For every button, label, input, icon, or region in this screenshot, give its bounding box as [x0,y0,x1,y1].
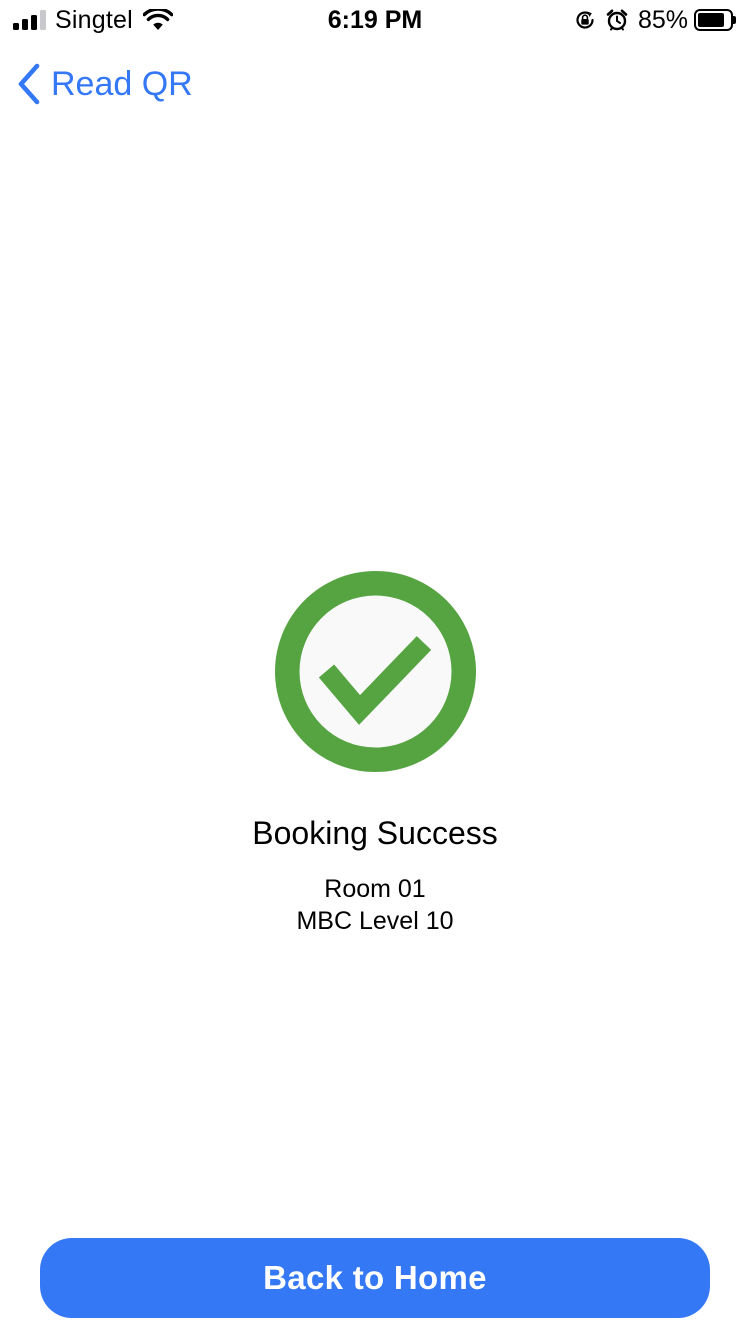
room-location: MBC Level 10 [296,907,454,935]
battery-icon [694,9,736,31]
battery-cap [733,16,736,24]
back-button[interactable]: Read QR [16,62,193,106]
checkmark-circle-icon [275,571,476,772]
back-button-label: Read QR [51,65,193,103]
chevron-left-icon [18,63,40,105]
back-to-home-button[interactable]: Back to Home [40,1238,710,1318]
room-name: Room 01 [324,875,426,903]
alarm-icon [606,9,628,31]
battery-body [694,9,733,31]
status-right: 85% [574,6,736,34]
success-title: Booking Success [252,815,498,851]
status-bar: Singtel 6:19 PM 85% [0,0,750,40]
booking-success-screen: Singtel 6:19 PM 85% Read QR Booking Succ… [0,0,750,1334]
battery-fill [698,13,725,27]
battery-percentage: 85% [637,6,688,34]
lock-rotation-icon [576,11,594,29]
